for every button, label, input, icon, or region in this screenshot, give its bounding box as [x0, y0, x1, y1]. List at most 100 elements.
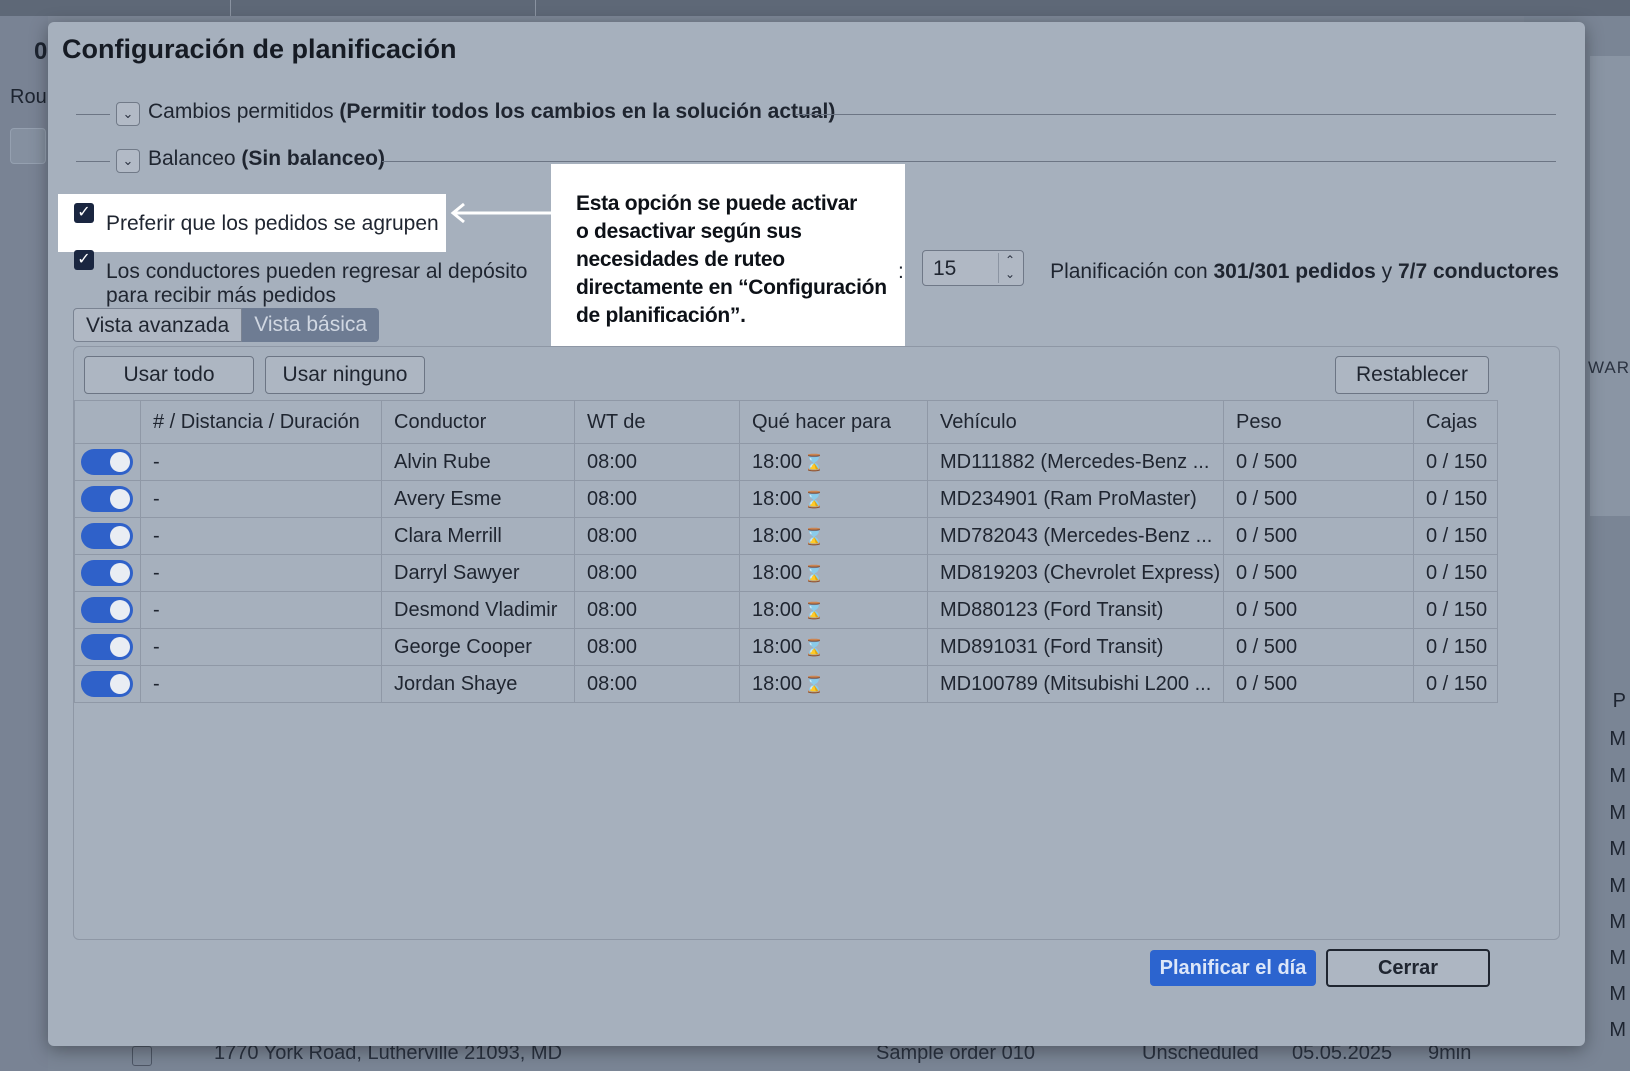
table-row[interactable]: - Clara Merrill 08:00 18:00 ⌛ MD782043 (M…	[74, 517, 1498, 555]
chevron-down-icon[interactable]: ⌄	[116, 102, 140, 126]
cell: M	[1609, 947, 1626, 969]
driver-cell: Desmond Vladimir	[381, 591, 575, 629]
table-row[interactable]: - Darryl Sawyer 08:00 18:00 ⌛ MD819203 (C…	[74, 554, 1498, 592]
table-row[interactable]: - Alvin Rube 08:00 18:00 ⌛ MD111882 (Merc…	[74, 443, 1498, 481]
table-row[interactable]: - Avery Esme 08:00 18:00 ⌛ MD234901 (Ram …	[74, 480, 1498, 518]
weight-cell: 0 / 500	[1223, 554, 1414, 592]
use-none-button[interactable]: Usar ninguno	[265, 356, 425, 394]
return-depot-line: para recibir más pedidos	[106, 284, 336, 307]
toggle-cell	[74, 665, 141, 703]
cell: M	[1609, 728, 1626, 750]
map-area[interactable]	[1590, 56, 1630, 516]
toggle-cell	[74, 517, 141, 555]
wt-to-cell: 18:00 ⌛	[739, 554, 928, 592]
reset-button[interactable]: Restablecer	[1335, 356, 1489, 394]
hourglass-icon: ⌛	[804, 639, 824, 657]
wt-to-cell: 18:00 ⌛	[739, 628, 928, 666]
driver-toggle[interactable]	[81, 486, 133, 512]
driver-cell: George Cooper	[381, 628, 575, 666]
basic-view-button[interactable]: Vista básica	[242, 308, 380, 342]
boxes-cell: 0 / 150	[1413, 480, 1498, 518]
table-row[interactable]: - Desmond Vladimir 08:00 18:00 ⌛ MD880123…	[74, 591, 1498, 629]
section-label: Balanceo (Sin balanceo)	[148, 147, 385, 171]
weight-cell: 0 / 500	[1223, 665, 1414, 703]
distance-cell: -	[140, 554, 382, 592]
section-allowed-changes[interactable]: ⌄ Cambios permitidos (Permitir todos los…	[76, 100, 1556, 130]
planning-summary: Planificación con 301/301 pedidos y 7/7 …	[1050, 260, 1559, 284]
driver-toggle[interactable]	[81, 523, 133, 549]
checkbox-checked-icon[interactable]: ✓	[74, 203, 94, 223]
cell: M	[1609, 983, 1626, 1005]
driver-cell: Avery Esme	[381, 480, 575, 518]
boxes-cell: 0 / 150	[1413, 665, 1498, 703]
wt-to-cell: 18:00 ⌛	[739, 665, 928, 703]
toggle-knob	[110, 600, 130, 620]
table-header-row: # / Distancia / Duración Conductor WT de…	[74, 400, 1498, 444]
vehicle-cell: MD891031 (Ford Transit)	[927, 628, 1224, 666]
vehicle-cell: MD819203 (Chevrolet Express)	[927, 554, 1224, 592]
column-header[interactable]: # / Distancia / Duración	[140, 400, 382, 444]
cell: M	[1609, 875, 1626, 897]
column-header[interactable]: Peso	[1223, 400, 1414, 444]
table-row[interactable]: - Jordan Shaye 08:00 18:00 ⌛ MD100789 (Mi…	[74, 665, 1498, 703]
stepper-arrows-icon[interactable]: ⌃ ⌄	[998, 253, 1021, 283]
table-row[interactable]: - George Cooper 08:00 18:00 ⌛ MD891031 (F…	[74, 628, 1498, 666]
column-header[interactable]: Qué hacer para	[739, 400, 928, 444]
wt-from-cell: 08:00	[574, 443, 740, 481]
hourglass-icon: ⌛	[804, 454, 824, 472]
wt-from-cell: 08:00	[574, 591, 740, 629]
row-checkbox[interactable]	[132, 1046, 152, 1066]
vehicle-cell: MD111882 (Mercedes-Benz ...	[927, 443, 1224, 481]
wt-to-value: 18:00	[752, 598, 803, 621]
boxes-cell: 0 / 150	[1413, 591, 1498, 629]
driver-toggle[interactable]	[81, 449, 133, 475]
tab-divider	[230, 0, 231, 16]
driver-toggle[interactable]	[81, 634, 133, 660]
section-value: (Permitir todos los cambios en la soluci…	[339, 100, 836, 123]
wt-to-cell: 18:00 ⌛	[739, 517, 928, 555]
driver-toggle[interactable]	[81, 597, 133, 623]
distance-cell: -	[140, 517, 382, 555]
tooltip-line: de planificación”.	[576, 304, 746, 327]
wt-to-value: 18:00	[752, 672, 803, 695]
driver-toggle[interactable]	[81, 560, 133, 586]
chevron-down-icon[interactable]: ⌄	[116, 149, 140, 173]
vehicle-cell: MD234901 (Ram ProMaster)	[927, 480, 1224, 518]
field-colon: :	[898, 260, 904, 283]
wt-to-cell: 18:00 ⌛	[739, 480, 928, 518]
return-depot-line: Los conductores pueden regresar al depós…	[106, 260, 528, 283]
column-header[interactable]: Conductor	[381, 400, 575, 444]
hourglass-icon: ⌛	[804, 602, 824, 620]
app-left-panel: 0 Rou	[0, 16, 48, 1071]
cell: M	[1609, 838, 1626, 860]
column-header[interactable]: Cajas	[1413, 400, 1498, 444]
wt-from-cell: 08:00	[574, 480, 740, 518]
plan-day-button[interactable]: Planificar el día	[1150, 950, 1316, 986]
distance-cell: -	[140, 628, 382, 666]
hourglass-icon: ⌛	[804, 528, 824, 546]
close-button[interactable]: Cerrar	[1326, 949, 1490, 987]
arrow-left-icon	[450, 202, 552, 224]
stepper-value[interactable]: 15	[933, 257, 956, 281]
copy-icon[interactable]	[10, 128, 46, 164]
weight-cell: 0 / 500	[1223, 591, 1414, 629]
return-depot-label: Los conductores pueden regresar al depós…	[106, 260, 576, 308]
advanced-view-button[interactable]: Vista avanzada	[73, 308, 243, 342]
distance-cell: -	[140, 665, 382, 703]
checkbox-checked-icon[interactable]: ✓	[74, 250, 94, 270]
driver-toggle[interactable]	[81, 671, 133, 697]
use-all-button[interactable]: Usar todo	[84, 356, 254, 394]
section-label: Cambios permitidos (Permitir todos los c…	[148, 100, 835, 124]
number-stepper[interactable]: 15 ⌃ ⌄	[922, 250, 1024, 286]
summary-prefix: Planificación con	[1050, 260, 1208, 283]
driver-cell: Jordan Shaye	[381, 665, 575, 703]
weight-cell: 0 / 500	[1223, 443, 1414, 481]
planning-settings-dialog: Configuración de planificación ⌄ Cambios…	[48, 22, 1585, 1046]
wt-from-cell: 08:00	[574, 665, 740, 703]
column-header[interactable]: Vehículo	[927, 400, 1224, 444]
tooltip-line: Esta opción se puede activar	[576, 192, 858, 215]
column-header-toggle	[74, 400, 141, 444]
column-header[interactable]: WT de	[574, 400, 740, 444]
wt-to-value: 18:00	[752, 524, 803, 547]
wt-to-value: 18:00	[752, 487, 803, 510]
